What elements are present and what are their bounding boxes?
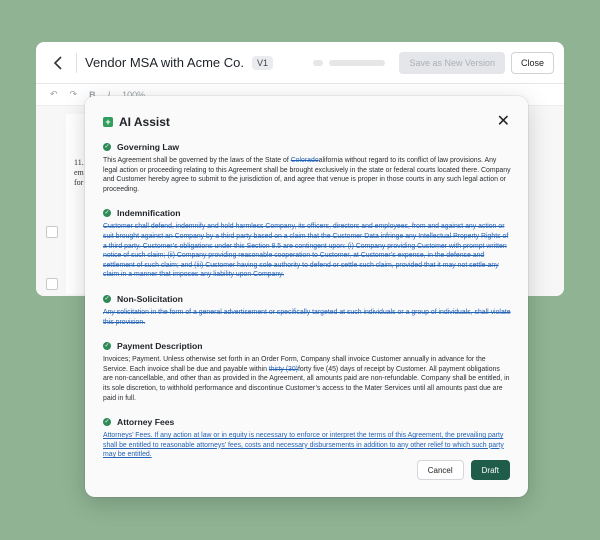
editor-header: Vendor MSA with Acme Co. V1 Save as New … bbox=[36, 42, 564, 84]
suggestion-section: ✓ Non-Solicitation Any solicitation in the… bbox=[103, 294, 511, 327]
check-circle-icon: ✓ bbox=[103, 143, 111, 151]
redo-icon[interactable]: ↷ bbox=[70, 89, 78, 100]
close-button[interactable]: Close bbox=[510, 51, 554, 74]
suggestion-section: ✓ Attorney Fees Attorneys’ Fees. If any ac… bbox=[103, 417, 511, 460]
dialog-footer: Cancel Draft bbox=[416, 460, 510, 480]
chevron-left-icon bbox=[53, 55, 62, 70]
suggestion-section: ✓ Governing Law This Agreement shall be go… bbox=[103, 142, 511, 194]
deleted-text: Any solicitation in the form of a genera… bbox=[103, 308, 511, 326]
dialog-title: AI Assist bbox=[119, 115, 170, 129]
check-circle-icon: ✓ bbox=[103, 342, 111, 351]
section-title: Non-Solicitation bbox=[117, 293, 183, 304]
section-title: Indemnification bbox=[117, 208, 181, 219]
section-text: Any solicitation in the form of a genera… bbox=[103, 308, 511, 327]
comment-icon[interactable] bbox=[46, 278, 58, 290]
section-text: Attorneys’ Fees. If any action at law or… bbox=[103, 431, 511, 460]
deleted-text: Customer shall defend, indemnify and hol… bbox=[103, 223, 509, 279]
page-text-line: 11. bbox=[74, 158, 84, 167]
status-bar bbox=[329, 59, 386, 66]
save-as-new-version-button[interactable]: Save as New Version bbox=[399, 51, 505, 74]
comment-icon[interactable] bbox=[46, 226, 58, 238]
section-header: ✓ Indemnification bbox=[103, 208, 511, 218]
cancel-button[interactable]: Cancel bbox=[416, 460, 464, 480]
section-text: Customer shall defend, indemnify and hol… bbox=[103, 222, 511, 280]
section-text: This Agreement shall be governed by the … bbox=[103, 156, 511, 194]
section-header: ✓ Non-Solicitation bbox=[103, 294, 511, 304]
document-title: Vendor MSA with Acme Co. bbox=[85, 55, 244, 70]
section-title: Governing Law bbox=[117, 142, 180, 152]
section-header: ✓ Governing Law bbox=[103, 142, 511, 152]
page-text-line: em bbox=[74, 168, 84, 177]
deleted-text: thirty (30) bbox=[268, 365, 298, 373]
ai-assist-dialog: + AI Assist ✕ ✓ Governing Law This Agreeme… bbox=[85, 96, 528, 497]
deleted-text: Colorado bbox=[290, 157, 319, 164]
status-indicator bbox=[313, 59, 324, 66]
close-icon[interactable]: ✕ bbox=[497, 114, 510, 130]
section-header: ✓ Payment Description bbox=[103, 341, 511, 351]
suggestion-section: ✓ Indemnification Customer shall defend, i… bbox=[103, 208, 511, 280]
draft-button[interactable]: Draft bbox=[470, 460, 510, 480]
suggestion-section: ✓ Payment Description Invoices; Payment. U… bbox=[103, 341, 511, 403]
body-text: This Agreement shall be governed by the … bbox=[103, 157, 291, 164]
check-circle-icon: ✓ bbox=[103, 294, 111, 303]
version-badge: V1 bbox=[251, 55, 273, 70]
inserted-text: Attorneys’ Fees. If any action at law or… bbox=[103, 432, 504, 459]
check-circle-icon: ✓ bbox=[103, 418, 111, 427]
section-text: Invoices; Payment. Unless otherwise set … bbox=[103, 355, 511, 403]
section-title: Payment Description bbox=[117, 341, 203, 352]
undo-icon[interactable]: ↶ bbox=[50, 89, 58, 100]
section-title: Attorney Fees bbox=[117, 417, 175, 428]
ai-plus-icon: + bbox=[103, 117, 113, 127]
check-circle-icon: ✓ bbox=[103, 209, 111, 218]
section-header: ✓ Attorney Fees bbox=[103, 417, 511, 427]
suggestions-list: ✓ Governing Law This Agreement shall be go… bbox=[103, 142, 511, 474]
dialog-header: + AI Assist ✕ bbox=[103, 113, 510, 131]
title-divider bbox=[76, 52, 77, 73]
back-button[interactable] bbox=[44, 49, 72, 77]
page-text-line: for bbox=[74, 178, 84, 187]
